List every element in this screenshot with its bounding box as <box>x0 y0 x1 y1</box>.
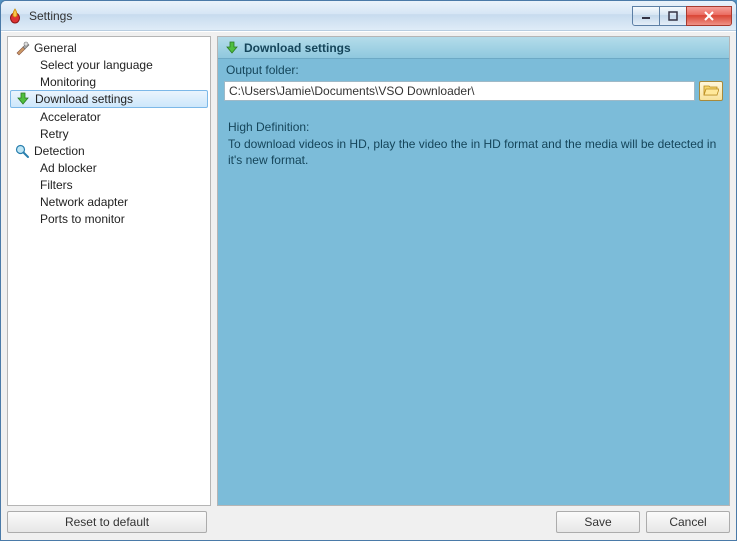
settings-window: Settings <box>0 0 737 541</box>
window-controls <box>633 6 732 26</box>
app-icon <box>7 8 23 24</box>
output-folder-label: Output folder: <box>226 63 723 77</box>
tree-item-select-language[interactable]: Select your language <box>8 56 210 73</box>
minimize-icon <box>641 11 651 21</box>
client-area: General Select your language Monitoring … <box>1 31 736 540</box>
window-title: Settings <box>29 9 633 23</box>
bottom-bar: Reset to default Save Cancel <box>1 508 736 540</box>
tree-item-monitoring[interactable]: Monitoring <box>8 73 210 90</box>
tree-item-label: Ad blocker <box>40 161 97 175</box>
settings-tree[interactable]: General Select your language Monitoring … <box>7 36 211 506</box>
download-arrow-icon <box>15 91 31 107</box>
browse-folder-button[interactable] <box>699 81 723 101</box>
tree-item-detection[interactable]: Detection <box>8 142 210 159</box>
cancel-button[interactable]: Cancel <box>646 511 730 533</box>
main-row: General Select your language Monitoring … <box>1 32 736 508</box>
tree-item-label: Select your language <box>40 58 153 72</box>
tree-item-filters[interactable]: Filters <box>8 176 210 193</box>
reset-to-default-button[interactable]: Reset to default <box>7 511 207 533</box>
tree-item-label: General <box>34 41 77 55</box>
maximize-icon <box>668 11 678 21</box>
tree-item-network-adapter[interactable]: Network adapter <box>8 193 210 210</box>
tree-item-label: Network adapter <box>40 195 128 209</box>
tree-item-ad-blocker[interactable]: Ad blocker <box>8 159 210 176</box>
tree-item-label: Download settings <box>35 92 133 106</box>
hd-text: To download videos in HD, play the video… <box>228 136 719 168</box>
tree-item-label: Detection <box>34 144 85 158</box>
detail-header-title: Download settings <box>244 41 351 55</box>
titlebar[interactable]: Settings <box>1 1 736 31</box>
high-definition-info: High Definition: To download videos in H… <box>218 105 729 183</box>
tree-item-download-settings[interactable]: Download settings <box>10 90 208 108</box>
detail-pane: Download settings Output folder: <box>217 36 730 506</box>
tree-item-label: Monitoring <box>40 75 96 89</box>
tree-item-retry[interactable]: Retry <box>8 125 210 142</box>
save-button[interactable]: Save <box>556 511 640 533</box>
tree-item-label: Ports to monitor <box>40 212 125 226</box>
maximize-button[interactable] <box>659 6 687 26</box>
button-label: Reset to default <box>65 515 149 529</box>
tree-item-label: Filters <box>40 178 73 192</box>
minimize-button[interactable] <box>632 6 660 26</box>
tree-item-ports-to-monitor[interactable]: Ports to monitor <box>8 210 210 227</box>
folder-icon <box>703 83 719 100</box>
download-arrow-icon <box>224 40 240 56</box>
close-icon <box>703 11 715 21</box>
detail-header: Download settings <box>218 37 729 59</box>
magnifier-icon <box>14 143 30 159</box>
button-label: Cancel <box>669 515 706 529</box>
output-folder-input[interactable] <box>224 81 695 101</box>
tree-item-general[interactable]: General <box>8 39 210 56</box>
close-button[interactable] <box>686 6 732 26</box>
hd-title: High Definition: <box>228 119 719 135</box>
tree-item-accelerator[interactable]: Accelerator <box>8 108 210 125</box>
tree-item-label: Retry <box>40 127 69 141</box>
tools-icon <box>14 40 30 56</box>
button-label: Save <box>584 515 611 529</box>
tree-item-label: Accelerator <box>40 110 101 124</box>
